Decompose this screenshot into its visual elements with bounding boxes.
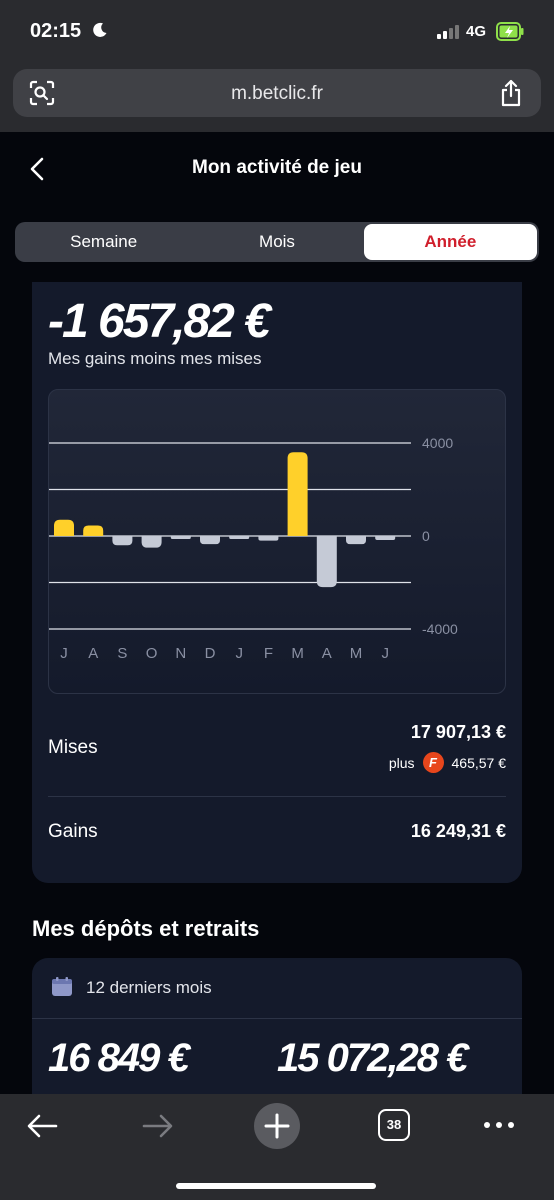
home-indicator bbox=[176, 1183, 376, 1189]
tab-month[interactable]: Mois bbox=[190, 224, 363, 260]
chart-bar bbox=[316, 536, 337, 588]
divider bbox=[32, 1018, 522, 1019]
freebet-value: 465,57 € bbox=[451, 754, 507, 771]
x-tick-label: S bbox=[117, 645, 127, 662]
chart-svg: 4000 0 -4000 J A S O N D J F M A M J bbox=[49, 435, 458, 662]
chart-bar bbox=[54, 519, 74, 536]
net-amount: -1 657,82 € bbox=[48, 295, 271, 348]
signal-icon bbox=[437, 25, 459, 39]
url-text: m.betclic.fr bbox=[231, 83, 323, 104]
freebet-line: plus F 465,57 € bbox=[389, 752, 506, 773]
mises-label: Mises bbox=[48, 737, 98, 758]
x-tick-label: F bbox=[264, 645, 273, 662]
gains-label: Gains bbox=[48, 821, 98, 842]
gains-value: 16 249,31 € bbox=[410, 821, 506, 841]
mises-value: 17 907,13 € bbox=[410, 722, 506, 742]
chart-bar bbox=[287, 452, 308, 536]
tabs-button[interactable]: 38 bbox=[378, 1109, 410, 1141]
share-icon[interactable] bbox=[499, 79, 523, 107]
deposits-card: 12 derniers mois 16 849 € 15 072,28 € bbox=[32, 958, 522, 1098]
browser-bottom-bar: 38 bbox=[0, 1094, 554, 1200]
url-bar[interactable]: m.betclic.fr bbox=[13, 69, 541, 117]
new-tab-button[interactable] bbox=[254, 1103, 300, 1149]
mises-row: Mises 17 907,13 € plus F 465,57 € bbox=[48, 720, 506, 790]
x-tick-label: A bbox=[88, 645, 98, 662]
chart-bar bbox=[229, 536, 250, 539]
divider bbox=[48, 796, 506, 797]
period-label: 12 derniers mois bbox=[86, 978, 212, 997]
withdrawal-amount: 15 072,28 € bbox=[277, 1036, 468, 1080]
x-tick-label: J bbox=[235, 645, 243, 662]
status-time: 02:15 bbox=[30, 20, 82, 42]
tab-year[interactable]: Année bbox=[363, 224, 537, 260]
network-type: 4G bbox=[466, 23, 487, 40]
calendar-icon bbox=[52, 977, 72, 996]
deposit-amount: 16 849 € bbox=[48, 1036, 190, 1080]
activity-card: -1 657,82 € Mes gains moins mes mises 40… bbox=[32, 282, 522, 883]
x-tick-label: J bbox=[60, 645, 68, 662]
browser-top-bar: 02:15 4G m.betclic.fr bbox=[0, 0, 554, 132]
chart-bar bbox=[83, 525, 104, 536]
plus-icon bbox=[264, 1113, 290, 1139]
tab-week[interactable]: Semaine bbox=[17, 224, 190, 260]
chart-bar bbox=[346, 536, 366, 545]
gains-row: Gains 16 249,31 € bbox=[48, 821, 506, 851]
page-title: Mon activité de jeu bbox=[192, 157, 362, 178]
x-tick-label: A bbox=[322, 645, 332, 662]
x-tick-label: J bbox=[381, 645, 389, 662]
freebet-icon: F bbox=[422, 752, 444, 773]
x-tick-label: O bbox=[146, 645, 158, 662]
y-tick-label: 4000 bbox=[422, 435, 453, 451]
deposits-section-title: Mes dépôts et retraits bbox=[32, 916, 260, 941]
chart-bar bbox=[200, 536, 220, 545]
browser-forward-icon[interactable] bbox=[142, 1113, 174, 1139]
battery-charging-icon bbox=[496, 22, 524, 41]
y-tick-label: 0 bbox=[422, 528, 430, 544]
more-menu-icon[interactable] bbox=[484, 1122, 514, 1128]
x-tick-label: D bbox=[205, 645, 216, 662]
net-caption: Mes gains moins mes mises bbox=[48, 349, 262, 368]
y-tick-label: -4000 bbox=[422, 621, 458, 637]
x-tick-label: M bbox=[291, 645, 304, 662]
chart-bar bbox=[141, 536, 162, 548]
period-selector: Semaine Mois Année bbox=[15, 222, 539, 262]
chart-bar bbox=[375, 536, 396, 540]
browser-back-icon[interactable] bbox=[26, 1113, 58, 1139]
plus-label: plus bbox=[388, 754, 415, 771]
monthly-chart: 4000 0 -4000 J A S O N D J F M A M J bbox=[48, 389, 506, 694]
x-tick-label: N bbox=[175, 645, 186, 662]
chart-bar bbox=[112, 536, 133, 546]
chart-bar bbox=[258, 536, 279, 541]
x-tick-label: M bbox=[350, 645, 363, 662]
chart-bar bbox=[170, 536, 191, 539]
moon-icon bbox=[93, 22, 107, 37]
